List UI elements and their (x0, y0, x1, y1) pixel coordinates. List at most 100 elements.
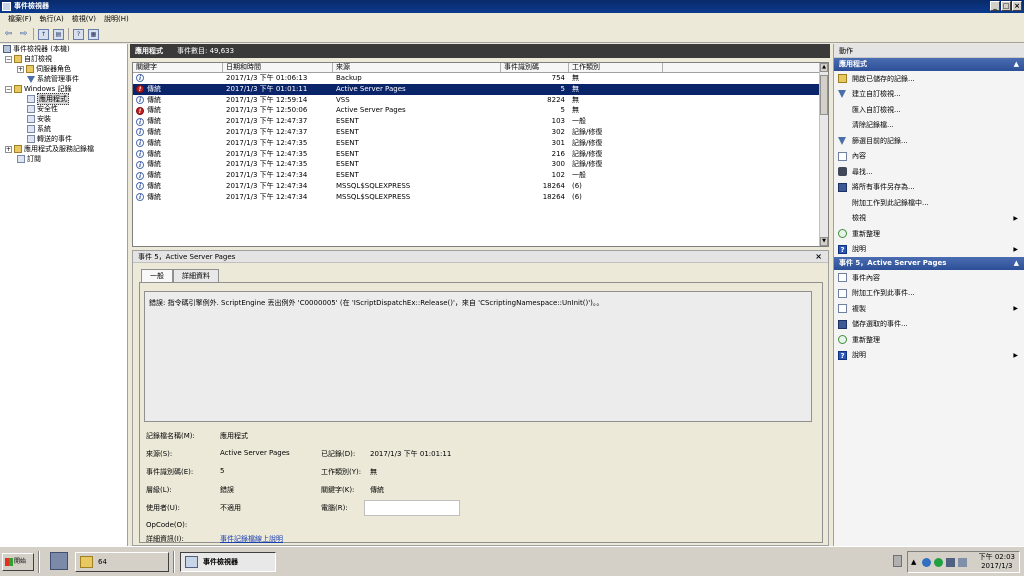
action-item[interactable]: 檢視 ▶ (834, 211, 1024, 227)
tree-application[interactable]: 應用程式 (0, 93, 127, 105)
action-item[interactable]: 附加工作到此事件... (834, 286, 1024, 302)
forward-arrow-icon[interactable]: ⇨ (18, 29, 29, 40)
table-row[interactable]: i 2017/1/3 下午 01:06:13 Backup 754 無 (133, 73, 828, 84)
action-label: 事件內容 (852, 273, 880, 282)
col-task-category[interactable]: 工作類別 (569, 63, 663, 72)
tree-admin-events[interactable]: 系統管理事件 (0, 74, 127, 84)
help-icon[interactable]: ? (73, 28, 84, 40)
col-event-id[interactable]: 事件識別碼 (501, 63, 569, 72)
close-button[interactable]: × (1012, 1, 1022, 11)
tree-custom-views[interactable]: − 自訂檢視 (0, 54, 127, 64)
menu-file[interactable]: 檔案(F) (4, 13, 36, 26)
table-row[interactable]: i 傳統 2017/1/3 下午 12:47:34 ESENT 102 一般 (133, 170, 828, 181)
collapse-icon[interactable]: − (5, 55, 12, 63)
collapse-section-icon[interactable]: ▲ (1014, 58, 1019, 71)
action-item[interactable]: 內容 (834, 149, 1024, 165)
network-icon[interactable] (922, 558, 931, 567)
col-date[interactable]: 日期和時間 (223, 63, 333, 72)
table-row[interactable]: i 傳統 2017/1/3 下午 12:59:14 VSS 8224 無 (133, 95, 828, 106)
table-row[interactable]: i 傳統 2017/1/3 下午 12:47:34 MSSQL$SQLEXPRESS 1… (133, 192, 828, 203)
keyboard-icon[interactable] (893, 555, 902, 567)
online-help-link[interactable]: 事件記錄檔線上說明 (220, 534, 283, 544)
action-center-icon[interactable] (958, 558, 967, 567)
tree-setup[interactable]: 安裝 (0, 114, 127, 124)
tab-details[interactable]: 詳細資料 (173, 269, 219, 282)
table-row[interactable]: i 傳統 2017/1/3 下午 12:47:35 ESENT 216 記錄/修復 (133, 149, 828, 160)
expand-icon[interactable]: + (5, 145, 12, 153)
minimize-button[interactable]: _ (990, 1, 1000, 11)
level-value[interactable]: 錯誤 (220, 485, 234, 495)
action-item[interactable]: 將所有事件另存為... (834, 180, 1024, 196)
server-manager-icon[interactable] (50, 552, 68, 570)
event-list-scrollbar[interactable]: ▲ ▼ (819, 63, 828, 246)
security-icon[interactable] (934, 558, 943, 567)
tree-forwarded[interactable]: 轉送的事件 (0, 134, 127, 144)
col-keyword[interactable]: 關鍵字 (133, 63, 223, 72)
table-row[interactable]: i 傳統 2017/1/3 下午 12:47:35 ESENT 300 記錄/修復 (133, 159, 828, 170)
volume-icon[interactable] (946, 558, 955, 567)
task-folder-group[interactable]: 64 (75, 552, 169, 572)
tree-security[interactable]: 安全性 (0, 104, 127, 114)
menu-action[interactable]: 執行(A) (36, 13, 68, 26)
action-item[interactable]: 重新整理 (834, 226, 1024, 242)
actions-section-event-label: 事件 5，Active Server Pages (839, 259, 947, 267)
collapse-section-icon[interactable]: ▲ (1014, 257, 1019, 270)
action-item[interactable]: 開啟已儲存的記錄... (834, 71, 1024, 87)
up-folder-icon[interactable]: ↑ (38, 28, 49, 40)
table-row[interactable]: i 傳統 2017/1/3 下午 12:47:37 ESENT 302 記錄/修復 (133, 127, 828, 138)
table-row[interactable]: ! 傳統 2017/1/3 下午 01:01:11 Active Server Pag… (133, 83, 828, 95)
logged-value[interactable]: 2017/1/3 下午 01:01:11 (370, 449, 451, 459)
tree-server-roles[interactable]: + 伺服器角色 (0, 64, 127, 74)
info-icon: i (136, 182, 144, 191)
scroll-thumb[interactable] (820, 75, 828, 115)
tree-root[interactable]: 事件檢視器 (本機) (0, 44, 127, 54)
back-arrow-icon[interactable]: ⇦ (3, 29, 14, 40)
table-row[interactable]: i 傳統 2017/1/3 下午 12:47:35 ESENT 301 記錄/修復 (133, 138, 828, 149)
task-event-viewer[interactable]: 事件檢視器 (180, 552, 276, 572)
start-button[interactable]: 開始 (2, 553, 34, 571)
source-value[interactable]: Active Server Pages (220, 449, 290, 457)
event-id-value[interactable]: 5 (220, 467, 224, 475)
table-row[interactable]: ! 傳統 2017/1/3 下午 12:50:06 Active Server Pag… (133, 105, 828, 116)
action-item[interactable]: 事件內容 (834, 270, 1024, 286)
menu-view[interactable]: 檢視(V) (68, 13, 100, 26)
user-value[interactable]: 不適用 (220, 503, 241, 513)
action-item[interactable]: 清除記錄檔... (834, 118, 1024, 134)
action-item[interactable]: 重新整理 (834, 332, 1024, 348)
properties-icon[interactable]: ▦ (88, 28, 99, 40)
keywords-value[interactable]: 傳統 (370, 485, 384, 495)
show-hide-tree-icon[interactable]: ▤ (53, 28, 64, 40)
menu-help[interactable]: 說明(H) (100, 13, 133, 26)
task-category-value[interactable]: 無 (370, 467, 377, 477)
action-item[interactable]: 複製 ▶ (834, 301, 1024, 317)
actions-section-event[interactable]: 事件 5，Active Server Pages ▲ (834, 257, 1024, 270)
actions-section-log[interactable]: 應用程式 ▲ (834, 58, 1024, 71)
action-item[interactable]: 尋找... (834, 164, 1024, 180)
scroll-down-icon[interactable]: ▼ (820, 237, 828, 246)
action-item[interactable]: ? 說明 ▶ (834, 348, 1024, 364)
action-item[interactable]: 匯入自訂檢視... (834, 102, 1024, 118)
show-hidden-icons-icon[interactable]: ▲ (911, 558, 920, 567)
toolbar-divider (68, 28, 69, 40)
tab-general[interactable]: 一般 (141, 269, 173, 283)
action-item[interactable]: 附加工作到此記錄檔中... (834, 195, 1024, 211)
action-item[interactable]: 儲存選取的事件... (834, 317, 1024, 333)
table-row[interactable]: i 傳統 2017/1/3 下午 12:47:34 MSSQL$SQLEXPRESS 1… (133, 181, 828, 192)
action-item[interactable]: 篩選目前的記錄... (834, 133, 1024, 149)
log-name-value[interactable]: 應用程式 (220, 431, 248, 441)
collapse-icon[interactable]: − (5, 85, 12, 93)
action-item[interactable]: 建立自訂檢視... (834, 87, 1024, 103)
tree-subscriptions[interactable]: 訂閱 (0, 154, 127, 164)
computer-value[interactable] (364, 500, 460, 516)
expand-icon[interactable]: + (17, 65, 24, 73)
maximize-button[interactable]: □ (1001, 1, 1011, 11)
tree-system[interactable]: 系統 (0, 124, 127, 134)
table-row[interactable]: i 傳統 2017/1/3 下午 12:47:37 ESENT 103 一般 (133, 116, 828, 127)
clock[interactable]: 下午 02:03 2017/1/3 (979, 553, 1015, 571)
event-description[interactable]: 錯誤: 指令碼引擎例外. ScriptEngine 丟出例外 'C0000005… (144, 291, 812, 422)
action-item[interactable]: ? 說明 ▶ (834, 242, 1024, 258)
close-detail-icon[interactable]: × (815, 251, 822, 263)
tree-app-service-logs[interactable]: + 應用程式及服務記錄檔 (0, 144, 127, 154)
col-source[interactable]: 來源 (333, 63, 501, 72)
scroll-up-icon[interactable]: ▲ (820, 63, 828, 72)
